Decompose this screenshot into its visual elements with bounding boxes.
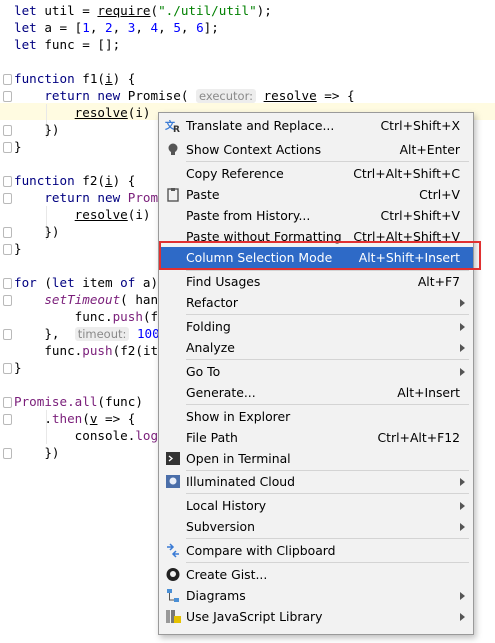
fold-marker[interactable] (3, 448, 12, 459)
menu-item-paste[interactable]: Paste Ctrl+V (159, 184, 473, 205)
code-line: } (14, 360, 22, 375)
diagram-icon (165, 588, 181, 603)
code-line: func.push(f2(it (44, 343, 159, 358)
menu-item-compare-with-clipboard[interactable]: Compare with Clipboard (159, 540, 473, 561)
code-line: return new Promise( executor: resolve =>… (44, 88, 355, 103)
menu-item-show-context-actions[interactable]: Show Context Actions Alt+Enter (159, 139, 473, 160)
menu-item-file-path[interactable]: File Path Ctrl+Alt+F12 (159, 427, 473, 448)
parameter-hint: executor: (196, 89, 256, 103)
code-line: let a = [1, 2, 3, 4, 5, 6]; (14, 20, 219, 35)
menu-item-illuminated-cloud[interactable]: Illuminated Cloud (159, 471, 473, 492)
menu-item-translate-and-replace[interactable]: 文R Translate and Replace... Ctrl+Shift+X (159, 115, 473, 136)
translate-icon: 文R (165, 118, 181, 135)
submenu-arrow-icon (460, 323, 465, 331)
fold-marker[interactable] (3, 193, 12, 204)
code-line: func.push(f (74, 309, 159, 324)
fold-marker[interactable] (3, 125, 12, 136)
fold-marker[interactable] (3, 278, 12, 289)
menu-item-open-in-terminal[interactable]: Open in Terminal (159, 448, 473, 469)
menu-item-show-in-explorer[interactable]: Show in Explorer (159, 406, 473, 427)
submenu-arrow-icon (460, 344, 465, 352)
menu-item-go-to[interactable]: Go To (159, 361, 473, 382)
code-line: let util = require("./util/util"); (14, 3, 272, 18)
fold-marker[interactable] (3, 329, 12, 340)
code-line: setTimeout( han (44, 292, 159, 307)
fold-marker[interactable] (3, 91, 12, 102)
submenu-arrow-icon (460, 478, 465, 486)
annotation-highlight-box (159, 241, 481, 270)
code-line: function f2(i) { (14, 173, 136, 188)
menu-item-diagrams[interactable]: Diagrams (159, 585, 473, 606)
terminal-icon (165, 451, 181, 466)
submenu-arrow-icon (460, 592, 465, 600)
menu-separator (186, 562, 469, 563)
code-line: resolve(i) (74, 207, 151, 222)
menu-item-use-javascript-library[interactable]: Use JavaScript Library (159, 606, 473, 627)
menu-item-analyze[interactable]: Analyze (159, 337, 473, 358)
menu-item-copy-reference[interactable]: Copy Reference Ctrl+Alt+Shift+C (159, 163, 473, 184)
github-icon (165, 567, 181, 582)
submenu-arrow-icon (460, 299, 465, 307)
code-line: console.log (74, 428, 159, 443)
submenu-arrow-icon (460, 523, 465, 531)
code-line: .then(v => { (44, 411, 136, 426)
menu-item-refactor[interactable]: Refactor (159, 292, 473, 313)
code-line: }) (44, 445, 60, 460)
menu-separator (186, 314, 469, 315)
menu-separator (186, 493, 469, 494)
code-line: } (14, 241, 22, 256)
menu-item-folding[interactable]: Folding (159, 316, 473, 337)
menu-item-local-history[interactable]: Local History (159, 495, 473, 516)
menu-item-paste-from-history[interactable]: Paste from History... Ctrl+Shift+V (159, 205, 473, 226)
menu-item-subversion[interactable]: Subversion (159, 516, 473, 537)
fold-marker[interactable] (3, 397, 12, 408)
menu-separator (186, 359, 469, 360)
fold-marker[interactable] (3, 414, 12, 425)
code-line: resolve(i) (74, 105, 151, 120)
code-line: }) (44, 224, 60, 239)
code-line: return new Prom (44, 190, 159, 205)
code-line: let func = []; (14, 37, 121, 52)
clipboard-icon (165, 187, 181, 202)
code-line: function f1(i) { (14, 71, 136, 86)
menu-separator (186, 404, 469, 405)
svg-text:R: R (173, 125, 180, 133)
submenu-arrow-icon (460, 613, 465, 621)
menu-separator (186, 161, 469, 162)
cloud-icon (165, 474, 181, 489)
context-menu: 文R Translate and Replace... Ctrl+Shift+X… (158, 112, 474, 635)
parameter-hint: timeout: (74, 327, 130, 341)
code-line: for (let item of a) (14, 275, 159, 290)
fold-marker[interactable] (3, 176, 12, 187)
fold-marker[interactable] (3, 295, 12, 306)
menu-separator (186, 538, 469, 539)
fold-marker[interactable] (3, 74, 12, 85)
lightbulb-icon (165, 142, 181, 157)
menu-item-generate[interactable]: Generate... Alt+Insert (159, 382, 473, 403)
compare-icon (165, 543, 181, 558)
js-library-icon (165, 609, 181, 624)
menu-item-create-gist[interactable]: Create Gist... (159, 564, 473, 585)
fold-marker[interactable] (3, 142, 12, 153)
submenu-arrow-icon (460, 368, 465, 376)
fold-marker[interactable] (3, 244, 12, 255)
menu-item-find-usages[interactable]: Find Usages Alt+F7 (159, 271, 473, 292)
code-line: } (14, 139, 22, 154)
code-line: }, timeout: 100) (44, 326, 168, 341)
fold-marker[interactable] (3, 363, 12, 374)
fold-marker[interactable] (3, 227, 12, 238)
code-line: Promise.all(func) (14, 394, 143, 409)
submenu-arrow-icon (460, 502, 465, 510)
code-line: }) (44, 122, 60, 137)
